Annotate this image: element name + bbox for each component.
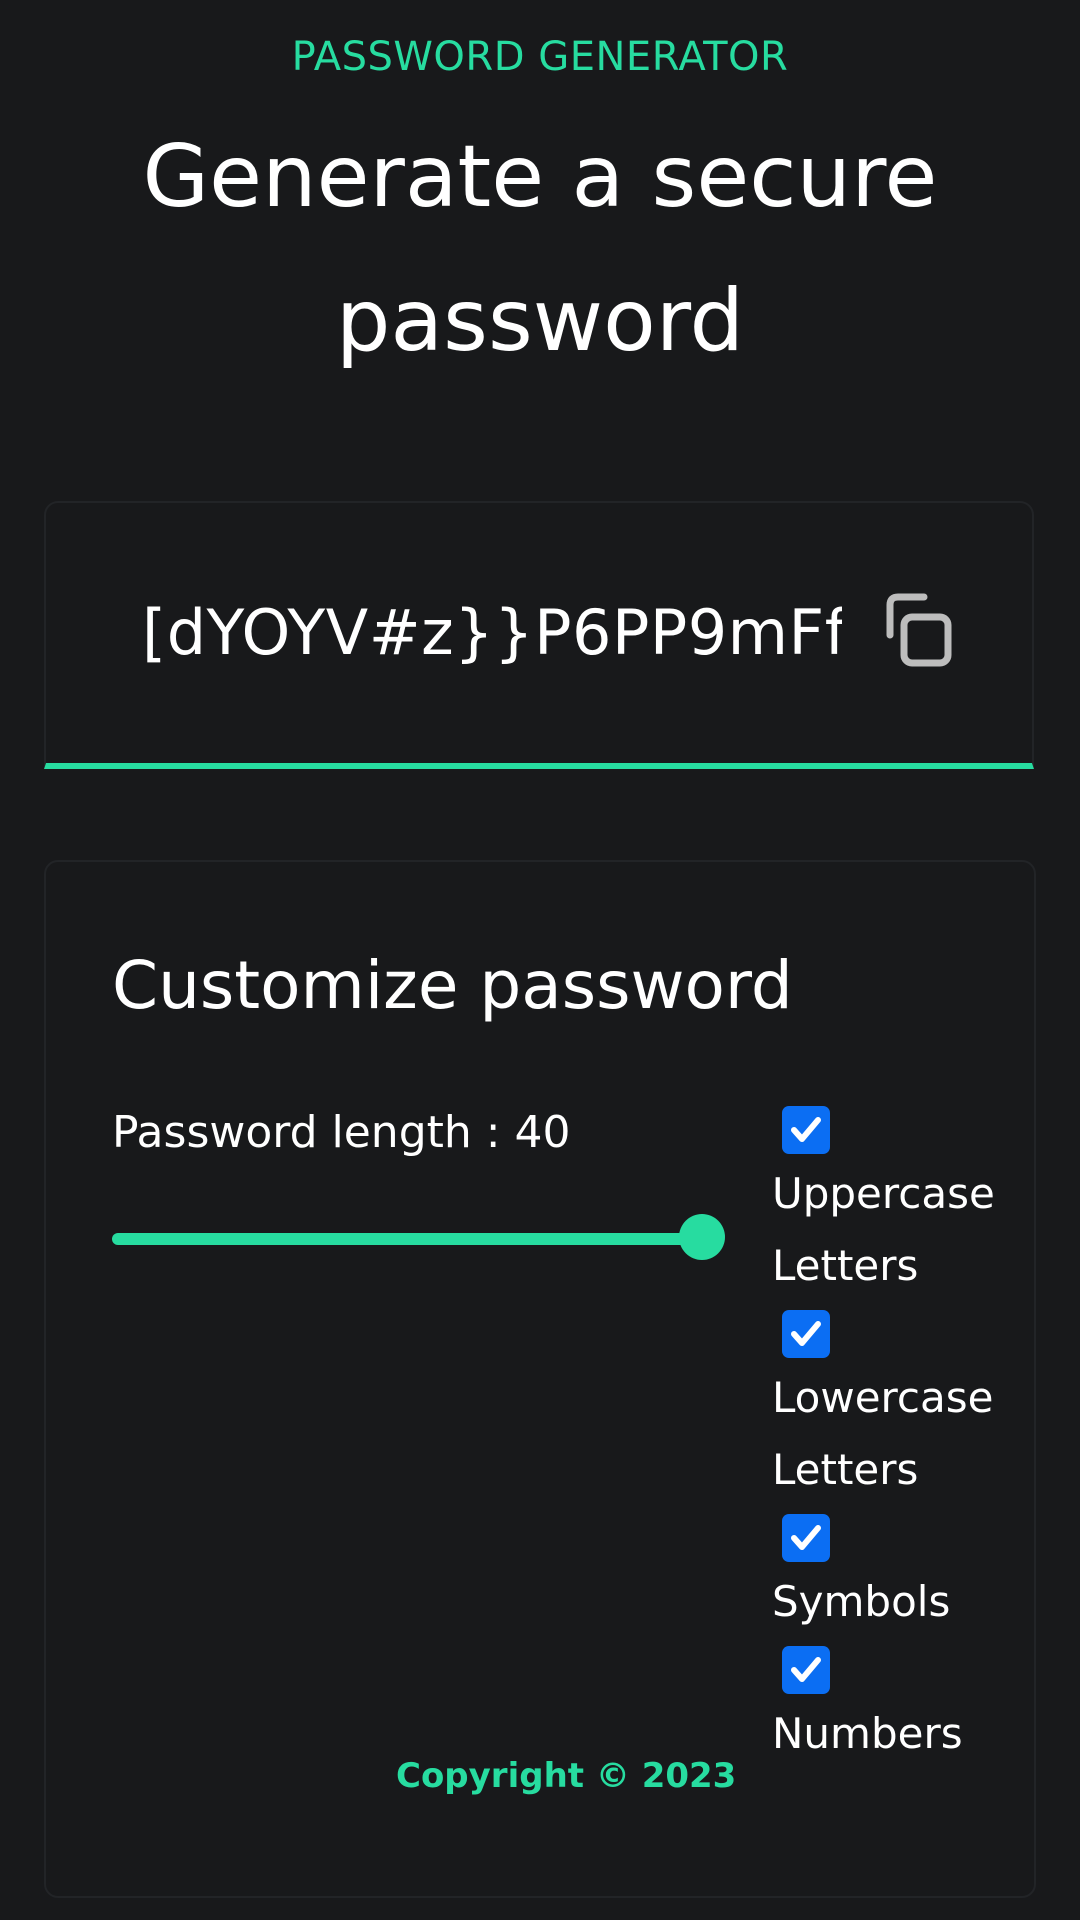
copy-icon <box>886 593 952 667</box>
slider-track <box>112 1233 700 1245</box>
uppercase-label[interactable]: Uppercase Letters <box>772 1158 1012 1302</box>
symbols-checkbox[interactable] <box>782 1514 830 1562</box>
headline-line-1: Generate a secure <box>142 127 938 227</box>
option-lowercase: Lowercase Letters <box>772 1310 1022 1506</box>
uppercase-checkbox[interactable] <box>782 1106 830 1154</box>
option-uppercase: Uppercase Letters <box>772 1106 1022 1302</box>
customize-title: Customize password <box>112 947 793 1024</box>
slider-thumb[interactable] <box>679 1214 725 1260</box>
checkmark-icon <box>791 1117 821 1142</box>
password-length-slider[interactable] <box>112 1214 725 1264</box>
numbers-label[interactable]: Numbers <box>772 1698 1012 1770</box>
app-eyebrow-title: PASSWORD GENERATOR <box>291 34 789 80</box>
lowercase-label[interactable]: Lowercase Letters <box>772 1362 1012 1506</box>
numbers-checkbox[interactable] <box>782 1646 830 1694</box>
headline-line-2: password <box>335 271 745 371</box>
copy-button[interactable] <box>872 587 962 677</box>
checkmark-icon <box>791 1525 821 1550</box>
lowercase-checkbox[interactable] <box>782 1310 830 1358</box>
generated-password[interactable]: [dYOYV#z}}P6PP9mFf <box>142 595 842 671</box>
password-display-card: [dYOYV#z}}P6PP9mFf <box>44 501 1034 769</box>
copyright-text: Copyright © 2023 <box>396 1756 737 1796</box>
character-options: Uppercase Letters Lowercase Letters Symb… <box>772 1106 1022 1778</box>
option-numbers: Numbers <box>772 1646 1022 1770</box>
checkmark-icon <box>791 1657 821 1682</box>
customize-panel: Customize password Password length : 40 … <box>44 860 1036 1898</box>
option-symbols: Symbols <box>772 1514 1022 1638</box>
password-generator-page: PASSWORD GENERATOR Generate a secure pas… <box>0 0 1080 1920</box>
password-length-label: Password length : 40 <box>112 1107 571 1158</box>
page-headline: Generate a secure password <box>90 105 990 393</box>
checkmark-icon <box>791 1321 821 1346</box>
symbols-label[interactable]: Symbols <box>772 1566 1012 1638</box>
